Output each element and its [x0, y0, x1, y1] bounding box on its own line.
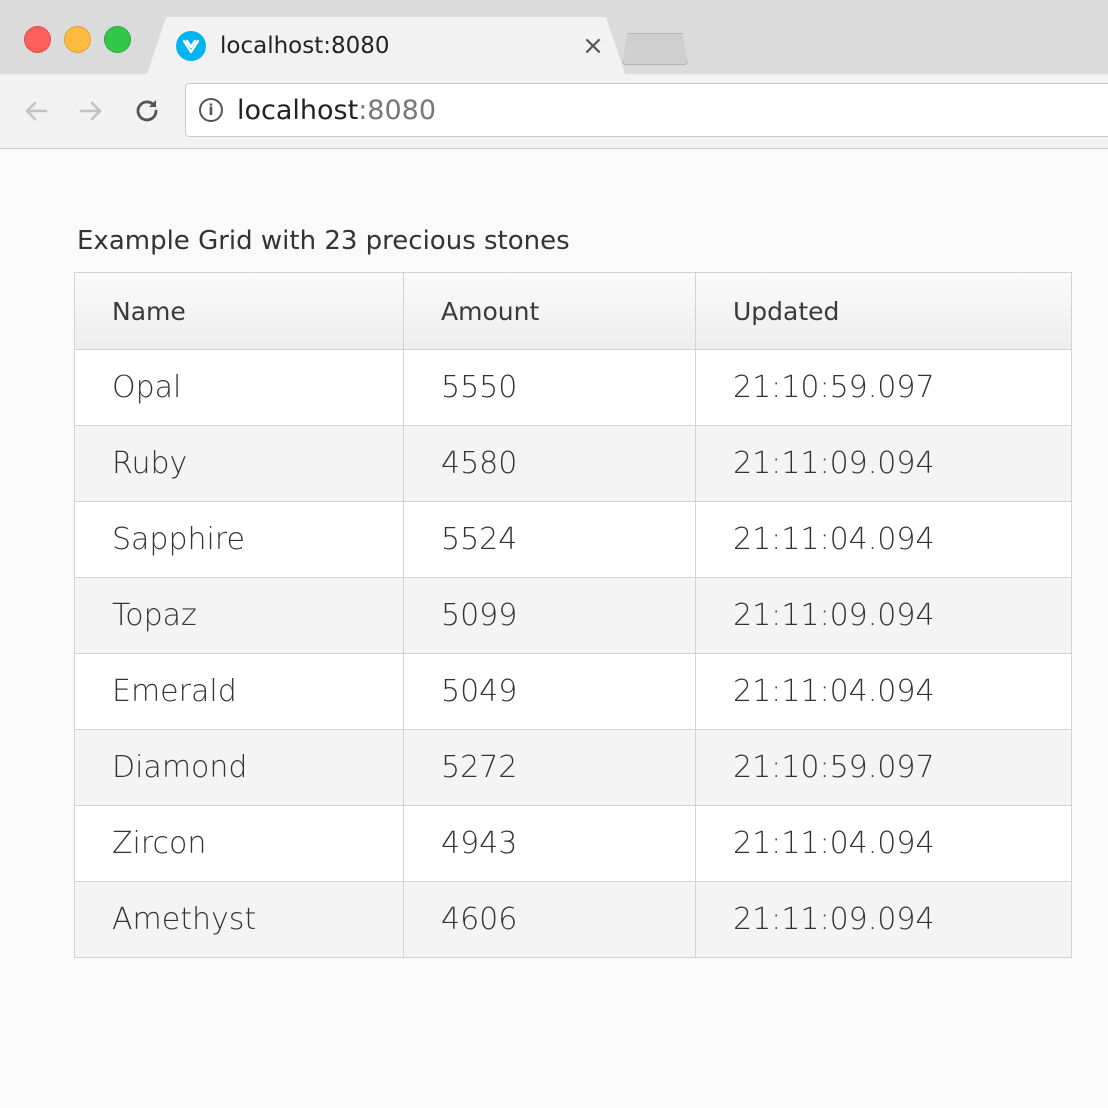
cell-amount: 4943	[403, 806, 695, 881]
table-row[interactable]: Amethyst 4606 21:11:09.094	[75, 881, 1071, 957]
cell-updated: 21:11:09.094	[695, 578, 1071, 653]
cell-updated: 21:10:59.097	[695, 730, 1071, 805]
table-row[interactable]: Opal 5550 21:10:59.097	[75, 349, 1071, 425]
address-bar[interactable]: i localhost:8080	[185, 83, 1108, 137]
cell-updated: 21:11:04.094	[695, 654, 1071, 729]
cell-amount: 4606	[403, 882, 695, 957]
column-header-name[interactable]: Name	[75, 273, 403, 349]
table-row[interactable]: Diamond 5272 21:10:59.097	[75, 729, 1071, 805]
cell-updated: 21:11:04.094	[695, 502, 1071, 577]
info-icon[interactable]: i	[199, 98, 223, 122]
cell-amount: 5524	[403, 502, 695, 577]
cell-amount: 5099	[403, 578, 695, 653]
browser-toolbar: i localhost:8080	[0, 74, 1108, 149]
column-header-amount[interactable]: Amount	[403, 273, 695, 349]
table-row[interactable]: Zircon 4943 21:11:04.094	[75, 805, 1071, 881]
cell-name: Zircon	[112, 826, 207, 861]
table-row[interactable]: Topaz 5099 21:11:09.094	[75, 577, 1071, 653]
cell-name: Sapphire	[112, 522, 245, 557]
window-close-button[interactable]	[24, 26, 51, 53]
cell-name: Ruby	[112, 446, 188, 481]
cell-updated: 21:11:04.094	[695, 806, 1071, 881]
cell-updated: 21:11:09.094	[695, 882, 1071, 957]
cell-updated: 21:10:59.097	[695, 350, 1071, 425]
grid-header-row: Name Amount Updated	[75, 273, 1071, 349]
table-row[interactable]: Ruby 4580 21:11:09.094	[75, 425, 1071, 501]
window-minimize-button[interactable]	[64, 26, 91, 53]
cell-name: Amethyst	[112, 902, 257, 937]
new-tab-button[interactable]	[622, 33, 688, 65]
data-grid[interactable]: Name Amount Updated Opal 5550 21:10:59.0…	[74, 272, 1072, 958]
vaadin-logo-icon	[176, 30, 206, 61]
cell-name: Topaz	[112, 598, 197, 633]
cell-amount: 4580	[403, 426, 695, 501]
url-text[interactable]: localhost:8080	[237, 95, 436, 126]
reload-icon[interactable]	[130, 94, 164, 128]
cell-name: Opal	[112, 370, 182, 405]
window-maximize-button[interactable]	[104, 26, 131, 53]
table-row[interactable]: Sapphire 5524 21:11:04.094	[75, 501, 1071, 577]
cell-amount: 5049	[403, 654, 695, 729]
cell-name: Emerald	[112, 674, 237, 709]
forward-arrow-icon[interactable]	[74, 94, 108, 128]
back-arrow-icon[interactable]	[19, 94, 53, 128]
cell-updated: 21:11:09.094	[695, 426, 1071, 501]
grid-caption: Example Grid with 23 precious stones	[77, 226, 570, 256]
tab-close-icon[interactable]: ×	[580, 31, 606, 61]
table-row[interactable]: Emerald 5049 21:11:04.094	[75, 653, 1071, 729]
active-tab-content[interactable]: localhost:8080 ×	[176, 17, 606, 74]
tab-strip: localhost:8080 ×	[0, 0, 1108, 74]
column-header-updated[interactable]: Updated	[695, 273, 1071, 349]
cell-amount: 5550	[403, 350, 695, 425]
tab-title: localhost:8080	[220, 32, 390, 59]
cell-name: Diamond	[112, 750, 248, 785]
cell-amount: 5272	[403, 730, 695, 805]
